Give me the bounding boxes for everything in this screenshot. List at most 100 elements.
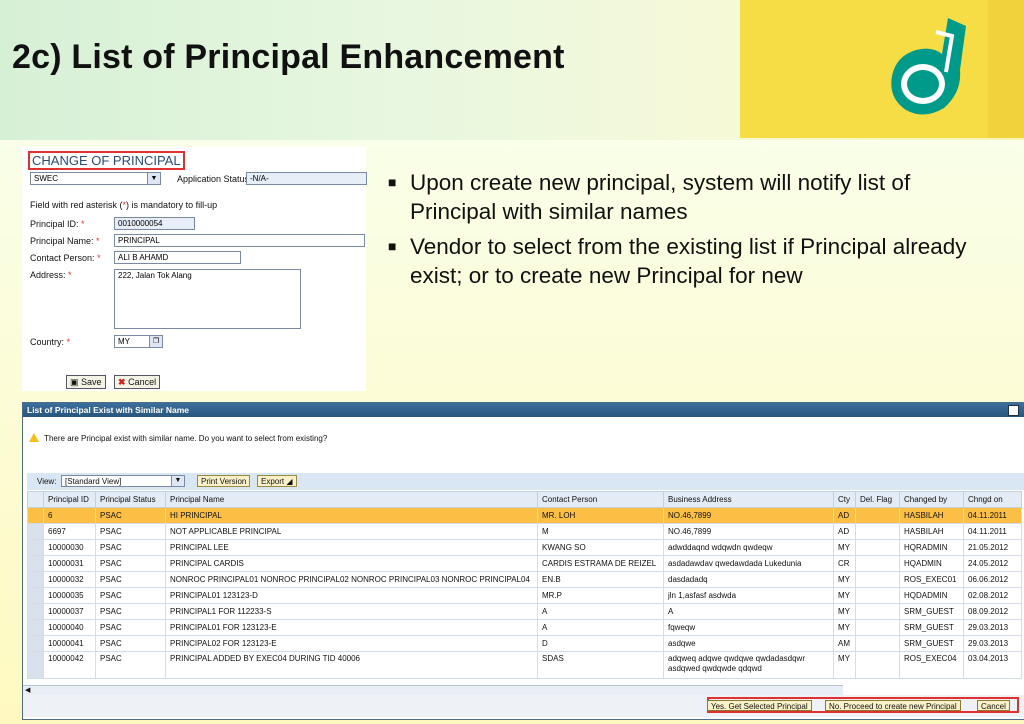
contact-label: Contact Person: <box>30 253 95 263</box>
type-select[interactable]: SWEC ▼ <box>30 172 161 185</box>
table-row[interactable]: 10000041 PSAC PRINCIPAL02 FOR 123123-E Dasd… <box>27 635 1022 652</box>
principal-id-value: 0010000054 <box>118 219 163 228</box>
row-selector[interactable] <box>27 571 44 588</box>
export-button[interactable]: Export ◢ <box>257 475 297 487</box>
view-select[interactable]: [Standard View] ▼ <box>61 475 185 487</box>
cell-principal-name: PRINCIPAL CARDIS <box>165 555 538 572</box>
cell-principal-id: 10000030 <box>43 539 96 556</box>
cell-country: AM <box>833 635 856 652</box>
col-principal-id[interactable]: Principal ID <box>43 491 96 508</box>
note-prefix: Field with red asterisk ( <box>30 200 123 210</box>
print-version-button[interactable]: Print Version <box>197 475 251 487</box>
table-row[interactable]: 6 PSAC HI PRINCIPAL MR. LOH NO.46,7899 AD HASB… <box>27 507 1022 524</box>
note-suffix: ) is mandatory to fill-up <box>126 200 218 210</box>
cell-country: MY <box>833 603 856 620</box>
cell-contact-person: A <box>537 603 664 620</box>
chevron-down-icon[interactable]: ▼ <box>171 476 184 486</box>
principal-name-input[interactable]: PRINCIPAL <box>114 234 365 247</box>
principal-name-label: Principal Name: <box>30 236 94 246</box>
contact-value: ALI B AHAMD <box>118 253 169 262</box>
row-selector[interactable] <box>27 507 44 524</box>
cell-principal-name: PRINCIPAL ADDED BY EXEC04 DURING TID 400… <box>165 651 538 679</box>
principal-table: Principal ID Principal Status Principal … <box>27 491 1022 679</box>
table-toolbar: View: [Standard View] ▼ Print Version Ex… <box>27 473 1024 490</box>
row-selector[interactable] <box>27 651 44 679</box>
cell-principal-name: HI PRINCIPAL <box>165 507 538 524</box>
value-help-icon[interactable]: ❐ <box>149 336 162 347</box>
company-logo-icon <box>891 18 966 115</box>
cell-changed-on: 08.09.2012 <box>963 603 1022 620</box>
cell-changed-on: 04.11.2011 <box>963 523 1022 540</box>
print-version-label: Print Version <box>201 477 247 486</box>
cell-principal-status: PSAC <box>95 555 166 572</box>
col-contact-person[interactable]: Contact Person <box>537 491 664 508</box>
no-label: No. Proceed to create new Principal <box>829 702 957 711</box>
country-input[interactable]: MY ❐ <box>114 335 163 348</box>
row-selector[interactable] <box>27 619 44 636</box>
cell-principal-name: PRINCIPAL LEE <box>165 539 538 556</box>
scroll-left-icon[interactable]: ◀ <box>25 686 30 694</box>
contact-person-input[interactable]: ALI B AHAMD <box>114 251 241 264</box>
row-selector[interactable] <box>27 523 44 540</box>
col-business-address[interactable]: Business Address <box>663 491 834 508</box>
save-button[interactable]: ▣ Save <box>66 375 106 389</box>
cell-changed-on: 03.04.2013 <box>963 651 1022 679</box>
app-status-label: Application Status: <box>177 174 252 184</box>
cell-changed-by: HQDADMIN <box>899 587 964 604</box>
principal-id-label-row: Principal ID: * <box>30 219 85 229</box>
table-row[interactable]: 10000030 PSAC PRINCIPAL LEE KWANG SO adwddaq… <box>27 539 1022 556</box>
col-principal-status[interactable]: Principal Status <box>95 491 166 508</box>
table-row[interactable]: 10000032 PSAC NONROC PRINCIPAL01 NONROC PR… <box>27 571 1022 588</box>
cell-country: MY <box>833 651 856 679</box>
cell-changed-on: 29.03.2013 <box>963 635 1022 652</box>
cell-business-address: asdqwe <box>663 635 834 652</box>
row-selector[interactable] <box>27 539 44 556</box>
cell-business-address: NO.46,7899 <box>663 507 834 524</box>
table-row[interactable]: 10000037 PSAC PRINCIPAL1 FOR 112233-S A A MY S… <box>27 603 1022 620</box>
col-del-flag[interactable]: Del. Flag <box>855 491 900 508</box>
cell-business-address: fqweqw <box>663 619 834 636</box>
col-country[interactable]: Cty <box>833 491 856 508</box>
col-changed-by[interactable]: Changed by <box>899 491 964 508</box>
cell-country: AD <box>833 523 856 540</box>
cell-changed-by: HASBILAH <box>899 523 964 540</box>
cell-principal-id: 10000032 <box>43 571 96 588</box>
cell-contact-person: KWANG SO <box>537 539 664 556</box>
table-row[interactable]: 10000040 PSAC PRINCIPAL01 FOR 123123-E Afqw… <box>27 619 1022 636</box>
cell-country: MY <box>833 587 856 604</box>
dialog-footer: Yes. Get Selected Principal No. Proceed … <box>23 695 1024 717</box>
chevron-down-icon[interactable]: ▼ <box>147 173 160 184</box>
cell-principal-status: PSAC <box>95 619 166 636</box>
slide-title: 2c) List of Principal Enhancement <box>12 38 565 76</box>
warning-text: There are Principal exist with similar n… <box>44 434 328 443</box>
cell-principal-id: 10000040 <box>43 619 96 636</box>
type-value: SWEC <box>34 174 58 183</box>
maximize-icon[interactable] <box>1008 405 1019 416</box>
cell-changed-by: SRM_GUEST <box>899 603 964 620</box>
row-selector[interactable] <box>27 635 44 652</box>
cell-del-flag <box>855 587 900 604</box>
required-star: * <box>81 219 85 229</box>
table-row[interactable]: 10000042 PSAC PRINCIPAL ADDED BY EXEC04 DU… <box>27 651 1022 679</box>
cell-business-address: NO.46,7899 <box>663 523 834 540</box>
table-row[interactable]: 10000035 PSAC PRINCIPAL01 123123-D MR.P jln … <box>27 587 1022 604</box>
select-all-cell[interactable] <box>27 491 44 508</box>
address-textarea[interactable]: 222, Jalan Tok Alang <box>114 269 301 329</box>
no-create-new-button[interactable]: No. Proceed to create new Principal <box>825 700 961 711</box>
dialog-title-text: List of Principal Exist with Similar Nam… <box>27 405 190 415</box>
col-changed-on[interactable]: Chngd on <box>963 491 1022 508</box>
col-principal-name[interactable]: Principal Name <box>165 491 538 508</box>
row-selector[interactable] <box>27 555 44 572</box>
principal-id-field: 0010000054 <box>114 217 195 230</box>
table-row[interactable]: 10000031 PSAC PRINCIPAL CARDIS CARDIS ESTRA… <box>27 555 1022 572</box>
row-selector[interactable] <box>27 603 44 620</box>
cell-contact-person: A <box>537 619 664 636</box>
cancel-dialog-button[interactable]: Cancel <box>977 700 1010 711</box>
cancel-button[interactable]: ✖ Cancel <box>114 375 161 389</box>
cell-principal-id: 10000037 <box>43 603 96 620</box>
cell-changed-by: HQRADMIN <box>899 539 964 556</box>
table-row[interactable]: 6697 PSAC NOT APPLICABLE PRINCIPAL M NO.46,7… <box>27 523 1022 540</box>
yes-get-selected-button[interactable]: Yes. Get Selected Principal <box>707 700 812 711</box>
cell-changed-on: 04.11.2011 <box>963 507 1022 524</box>
row-selector[interactable] <box>27 587 44 604</box>
